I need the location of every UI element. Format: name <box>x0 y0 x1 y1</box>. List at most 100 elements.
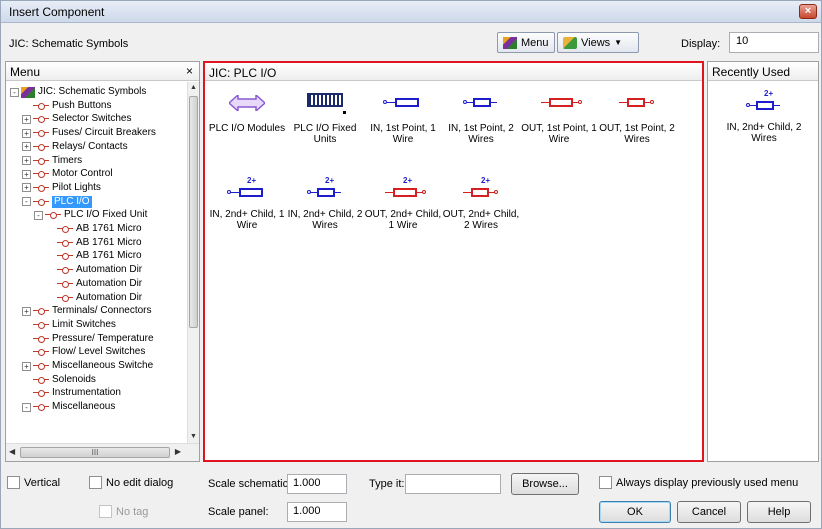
tree-item[interactable]: Instrumentation <box>22 387 121 399</box>
node-icon <box>33 321 49 329</box>
type-it-input[interactable] <box>405 474 501 494</box>
tree-item[interactable]: + Fuses/ Circuit Breakers <box>22 127 156 139</box>
node-icon <box>57 280 73 288</box>
scale-schematic-label: Scale schematic: <box>208 478 292 490</box>
tree-item[interactable]: AB 1761 Micro <box>46 250 142 262</box>
bottom-controls: Vertical No edit dialog No tag Scale sch… <box>1 466 821 528</box>
tree-item[interactable]: Automation Dir <box>46 264 142 276</box>
fixed-unit-icon <box>307 93 343 107</box>
views-button[interactable]: Views ▼ <box>557 32 639 53</box>
symbol-gallery-pane: JIC: PLC I/O PLC I/O Modules PLC I/O Fixe… <box>203 61 704 462</box>
recently-used-pane: Recently Used 2+ IN, 2nd+ Child, 2 Wires <box>707 61 819 462</box>
tree-item[interactable]: + Pilot Lights <box>22 182 101 194</box>
expand-icon[interactable]: + <box>22 156 31 165</box>
views-icon <box>563 36 577 49</box>
scroll-left-icon[interactable]: ◀ <box>9 447 15 456</box>
collapse-icon[interactable]: - <box>34 210 43 220</box>
module-box <box>471 188 489 197</box>
symbol-tile[interactable]: 2+ IN, 2nd+ Child, 1 Wire <box>207 175 287 231</box>
no-tag-checkbox[interactable]: No tag <box>99 505 148 518</box>
tree-item[interactable]: - PLC I/O Fixed Unit <box>34 209 147 221</box>
views-button-label: Views <box>581 36 611 49</box>
expand-icon[interactable]: + <box>22 169 31 179</box>
tree-item[interactable]: + Terminals/ Connectors <box>22 305 151 317</box>
tree-item[interactable]: Solenoids <box>22 374 96 386</box>
collapse-icon[interactable]: - <box>22 402 31 412</box>
symbol-tile[interactable]: OUT, 1st Point, 2 Wires <box>597 89 677 145</box>
tree-item-label: Miscellaneous <box>52 401 116 413</box>
symbol-tile[interactable]: 2+ IN, 2nd+ Child, 2 Wires <box>724 88 804 144</box>
symbol-label: IN, 2nd+ Child, 2 Wires <box>726 122 802 144</box>
expand-icon[interactable]: + <box>22 114 31 124</box>
display-label: Display: <box>681 38 721 50</box>
symbol-tile[interactable]: PLC I/O Modules <box>207 89 287 134</box>
scroll-down-icon[interactable]: ▼ <box>189 432 198 442</box>
tree-item[interactable]: - Miscellaneous <box>22 401 115 413</box>
no-edit-dialog-box[interactable] <box>89 476 102 489</box>
symbol-tile[interactable]: OUT, 1st Point, 1 Wire <box>519 89 599 145</box>
double-arrow-icon <box>227 93 267 113</box>
tree-item[interactable]: + Relays/ Contacts <box>22 141 128 153</box>
symbol-tile[interactable]: 2+ OUT, 2nd+ Child, 1 Wire <box>363 175 443 231</box>
tree-item[interactable]: + Motor Control <box>22 168 113 180</box>
always-display-box[interactable] <box>599 476 612 489</box>
node-icon <box>33 335 49 343</box>
scale-panel-input[interactable]: 1.000 <box>287 502 347 522</box>
symbol-icon <box>207 89 287 117</box>
tree-item[interactable]: AB 1761 Micro <box>46 223 142 235</box>
close-button[interactable]: × <box>799 4 817 19</box>
chevron-down-icon: ▼ <box>614 38 623 47</box>
no-tag-box[interactable] <box>99 505 112 518</box>
expand-icon[interactable]: + <box>22 142 31 152</box>
always-display-checkbox[interactable]: Always display previously used menu <box>599 476 798 489</box>
tree-item-label: Automation Dir <box>76 291 143 303</box>
tree-item[interactable]: AB 1761 Micro <box>46 237 142 249</box>
hscroll-thumb[interactable]: III <box>20 447 170 458</box>
expand-icon[interactable]: + <box>22 306 31 316</box>
anchor-dot <box>343 111 346 114</box>
tree-item[interactable]: Automation Dir <box>46 292 142 304</box>
cancel-button[interactable]: Cancel <box>677 501 741 523</box>
tree-item[interactable]: + Timers <box>22 155 82 167</box>
expand-icon[interactable]: + <box>22 183 31 193</box>
vertical-checkbox[interactable]: Vertical <box>7 476 60 489</box>
tree-item[interactable]: Pressure/ Temperature <box>22 333 154 345</box>
display-count-input[interactable]: 10 <box>729 32 819 53</box>
symbol-tile[interactable]: 2+ OUT, 2nd+ Child, 2 Wires <box>441 175 521 231</box>
symbol-tile[interactable]: IN, 1st Point, 1 Wire <box>363 89 443 145</box>
collapse-icon[interactable]: - <box>10 87 19 97</box>
badge: 2+ <box>325 176 335 185</box>
ok-button[interactable]: OK <box>599 501 671 523</box>
expand-icon[interactable]: + <box>22 128 31 138</box>
tree-vertical-scrollbar[interactable]: ▲ ▼ <box>187 82 199 443</box>
no-edit-dialog-checkbox[interactable]: No edit dialog <box>89 476 173 489</box>
tree-item[interactable]: + Miscellaneous Switche <box>22 360 153 372</box>
collapse-icon[interactable]: - <box>22 197 31 207</box>
tree-item-label: PLC I/O <box>52 195 92 208</box>
scroll-up-icon[interactable]: ▲ <box>189 83 198 93</box>
tree-item[interactable]: Automation Dir <box>46 278 142 290</box>
header-row: JIC: Schematic Symbols Menu Views ▼ Disp… <box>1 24 821 60</box>
expand-icon[interactable]: + <box>22 361 31 371</box>
tree-item[interactable]: Push Buttons <box>22 100 111 112</box>
tree-item[interactable]: - JIC: Schematic Symbols <box>10 86 146 98</box>
tree-item-label: AB 1761 Micro <box>76 223 142 234</box>
tree-item[interactable]: Flow/ Level Switches <box>22 346 145 358</box>
tree-item[interactable]: Limit Switches <box>22 319 116 331</box>
symbol-tile[interactable]: IN, 1st Point, 2 Wires <box>441 89 521 145</box>
tree-item[interactable]: + Selector Switches <box>22 113 131 125</box>
tree-item-label: Pilot Lights <box>52 181 101 193</box>
tree-horizontal-scrollbar[interactable]: ◀ III ▶ <box>6 443 199 461</box>
scroll-thumb[interactable] <box>189 96 198 328</box>
browse-button[interactable]: Browse... <box>511 473 579 495</box>
help-button[interactable]: Help <box>747 501 811 523</box>
close-pane-icon[interactable]: × <box>186 64 193 78</box>
menu-button[interactable]: Menu <box>497 32 555 53</box>
tree-item[interactable]: - PLC I/O <box>22 195 92 208</box>
menu-tree: - JIC: Schematic Symbols Push Buttons + Sele… <box>6 82 188 443</box>
scroll-right-icon[interactable]: ▶ <box>175 447 181 456</box>
vertical-checkbox-box[interactable] <box>7 476 20 489</box>
symbol-tile[interactable]: 2+ IN, 2nd+ Child, 2 Wires <box>285 175 365 231</box>
scale-schematic-input[interactable]: 1.000 <box>287 474 347 494</box>
symbol-tile[interactable]: PLC I/O Fixed Units <box>285 89 365 145</box>
